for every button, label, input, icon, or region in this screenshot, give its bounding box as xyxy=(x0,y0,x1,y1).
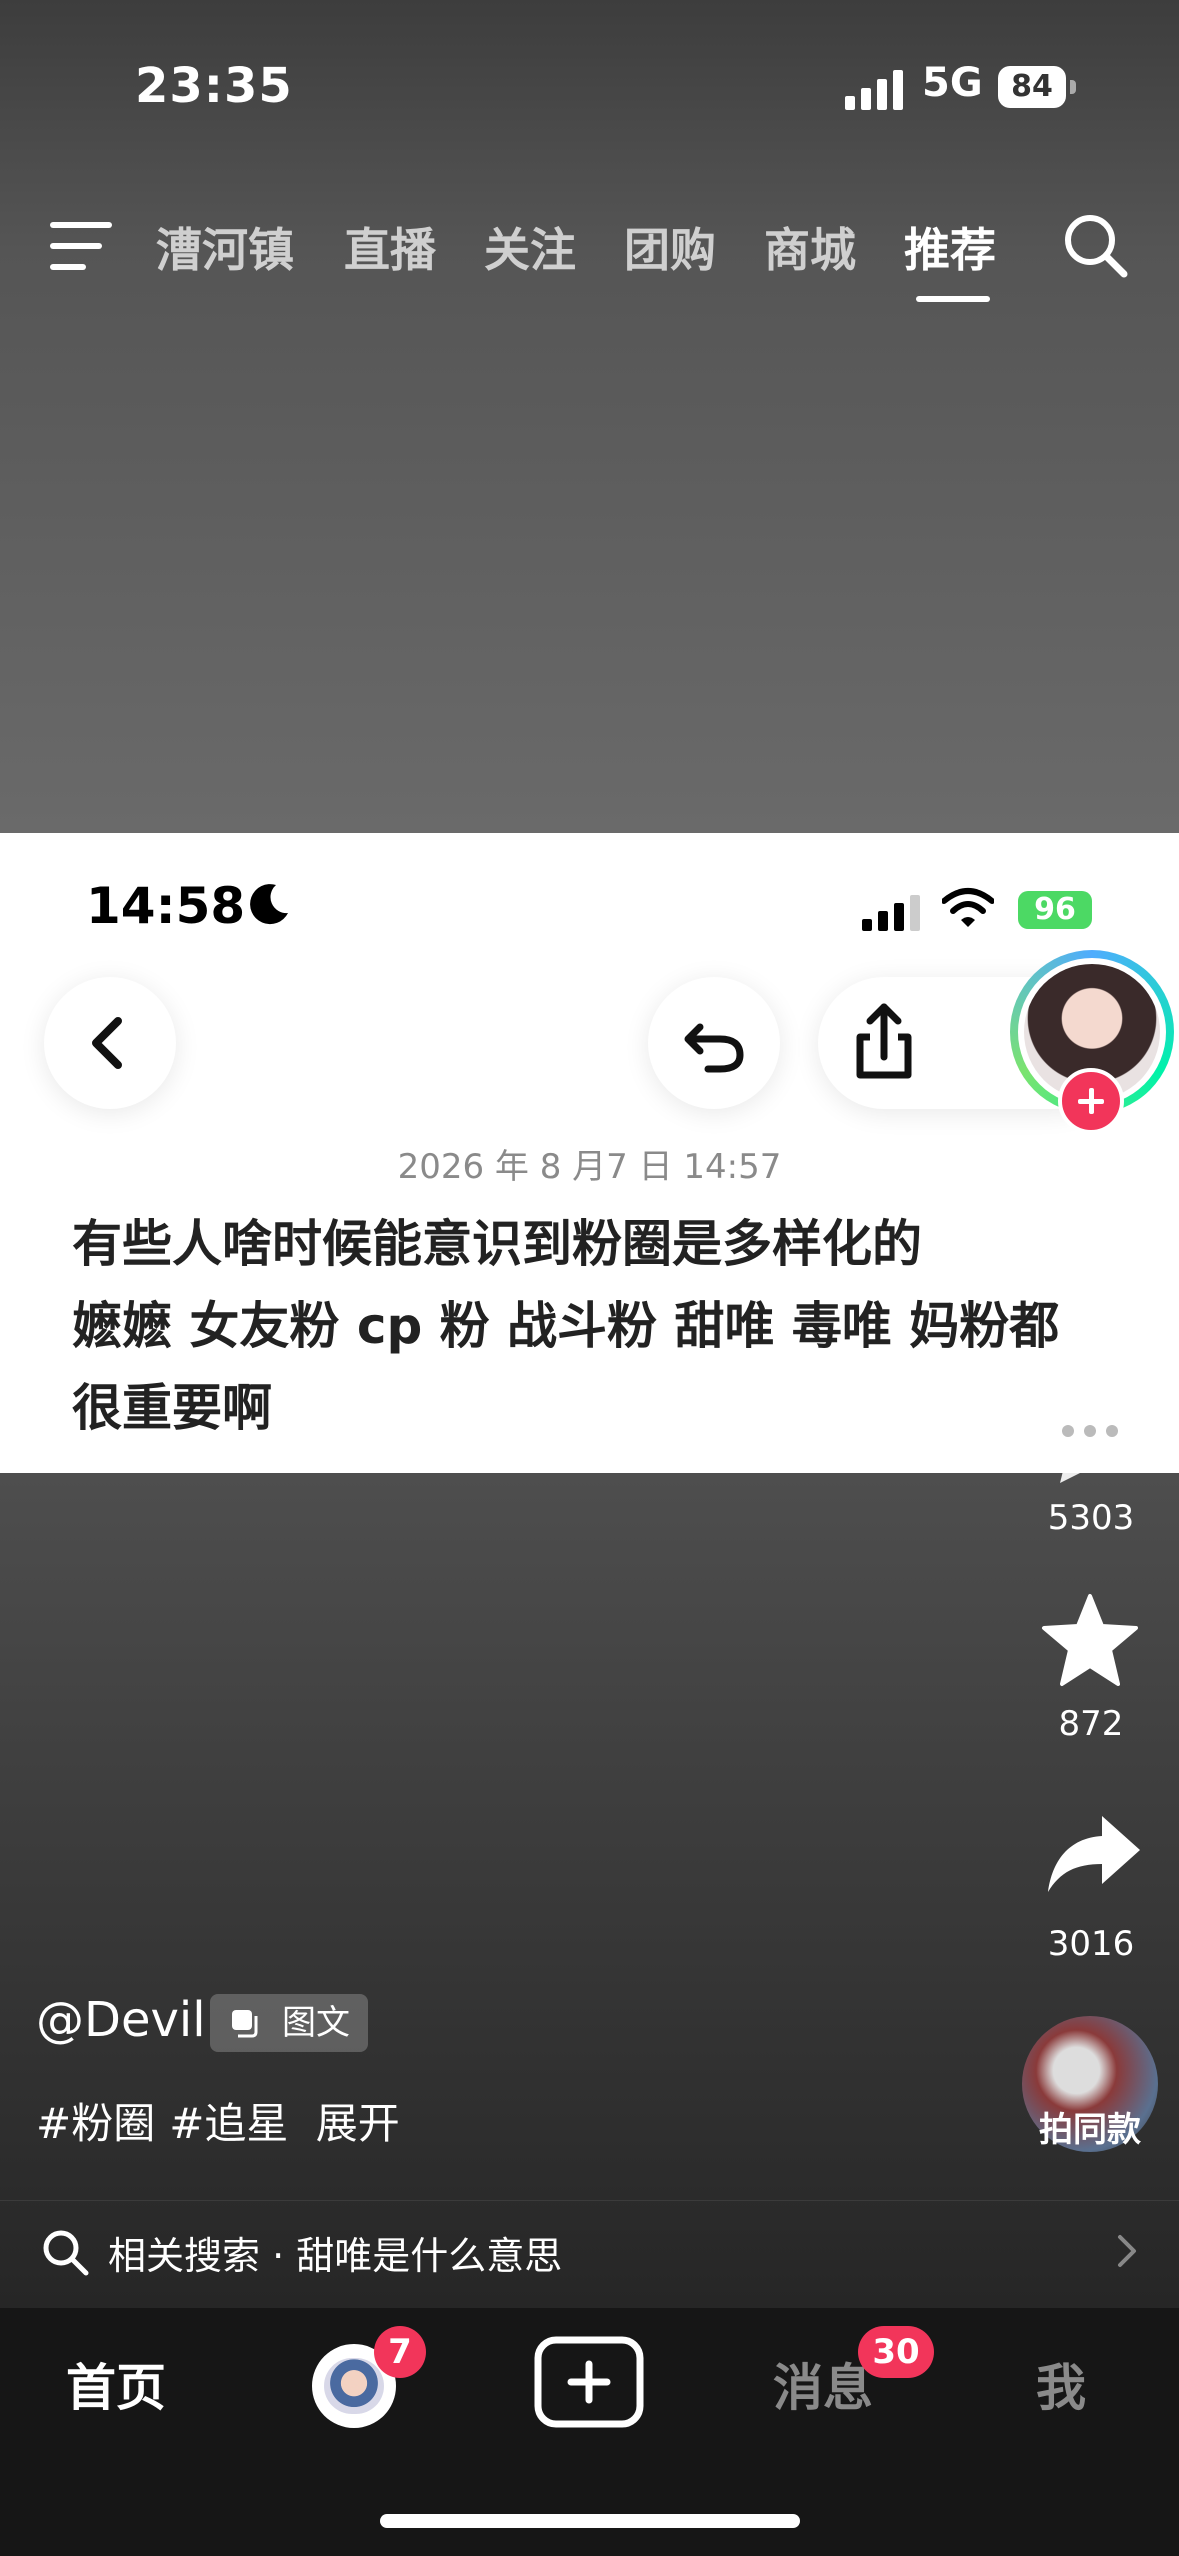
create-post-button[interactable] xyxy=(534,2336,644,2428)
chevron-right-icon xyxy=(1118,2235,1136,2267)
feed-background-top xyxy=(0,0,1179,833)
post-type-label: 图文 xyxy=(282,2003,350,2043)
tab-recommend[interactable]: 推荐 xyxy=(904,214,996,280)
screenshot-time: 14:58 xyxy=(86,877,246,935)
post-image[interactable]: 14:58 96 2026 年 8 月7 日 14:57 有些人啥时候能意识到粉… xyxy=(0,833,1179,1473)
status-bar: 23:35 5G 84 xyxy=(0,52,1179,122)
messages-badge: 30 xyxy=(858,2326,934,2378)
like-count: 3万 xyxy=(1063,1298,1119,1338)
hashtags: #粉圈 #追星 展开 xyxy=(36,2090,414,2151)
post-date: 2026 年 8 月7 日 14:57 xyxy=(397,1147,782,1187)
screenshot-signal-icon xyxy=(862,895,920,931)
hamburger-icon[interactable] xyxy=(50,220,116,272)
tab-home[interactable]: 首页 xyxy=(66,2348,166,2420)
battery-tip xyxy=(1070,80,1076,94)
author-name[interactable]: @Devil xyxy=(36,1992,206,2048)
comment-icon[interactable] xyxy=(1036,1385,1144,1485)
comment-count: 5303 xyxy=(1047,1498,1135,1538)
friends-badge: 7 xyxy=(374,2326,426,2378)
battery-level: 84 xyxy=(998,66,1066,108)
image-post-icon xyxy=(232,2010,258,2038)
share-icon xyxy=(856,1003,912,1079)
related-search-text: 相关搜索 · 甜唯是什么意思 xyxy=(108,2234,563,2278)
status-time: 23:35 xyxy=(135,58,293,114)
signal-icon xyxy=(845,70,903,110)
screenshot-battery: 96 xyxy=(1018,891,1092,929)
expand-link[interactable]: 展开 xyxy=(316,2099,400,2148)
network-type: 5G xyxy=(922,60,983,106)
follow-button[interactable] xyxy=(1058,1068,1124,1134)
home-indicator xyxy=(380,2514,800,2528)
share-arrow-icon[interactable] xyxy=(1044,1812,1144,1896)
search-icon[interactable] xyxy=(1060,210,1130,280)
tab-following[interactable]: 关注 xyxy=(484,214,576,280)
like-icon[interactable] xyxy=(1036,1180,1144,1276)
tab-group-buy[interactable]: 团购 xyxy=(624,214,716,280)
tab-mall[interactable]: 商城 xyxy=(764,214,856,280)
post-text-line: 有些人啥时候能意识到粉圈是多样化的 xyxy=(72,1215,922,1273)
post-text-line: 很重要啊 xyxy=(72,1379,272,1437)
post-text-line: 嬷嬷 女友粉 cp 粉 战斗粉 甜唯 毒唯 妈粉都 xyxy=(72,1297,1060,1355)
hashtag[interactable]: #追星 xyxy=(169,2099,288,2148)
undo-icon xyxy=(684,1023,744,1073)
moon-icon xyxy=(250,884,288,925)
hashtag[interactable]: #粉圈 xyxy=(36,2099,155,2148)
favorite-icon[interactable] xyxy=(1040,1592,1140,1688)
tab-location[interactable]: 漕河镇 xyxy=(156,214,294,280)
search-icon xyxy=(43,2230,89,2276)
template-sticker-label[interactable]: 拍同款 xyxy=(1022,2102,1158,2151)
tab-live[interactable]: 直播 xyxy=(344,214,436,280)
post-type-badge: 图文 xyxy=(210,1994,368,2052)
feed-background-bottom xyxy=(0,1473,1179,2308)
back-button[interactable] xyxy=(44,977,176,1109)
undo-button[interactable] xyxy=(648,977,780,1109)
wifi-icon xyxy=(942,888,994,927)
favorite-count: 872 xyxy=(1058,1704,1124,1744)
top-nav: 漕河镇 直播 关注 团购 商城 推荐 xyxy=(0,200,1179,310)
related-search-bar[interactable]: 相关搜索 · 甜唯是什么意思 xyxy=(0,2200,1179,2301)
active-tab-indicator xyxy=(916,296,990,302)
post-text: 有些人啥时候能意识到粉圈是多样化的 嬷嬷 女友粉 cp 粉 战斗粉 甜唯 毒唯 … xyxy=(72,1203,1092,1449)
share-count: 3016 xyxy=(1047,1924,1135,1964)
back-icon xyxy=(92,1017,122,1069)
tab-me[interactable]: 我 xyxy=(1036,2348,1086,2420)
